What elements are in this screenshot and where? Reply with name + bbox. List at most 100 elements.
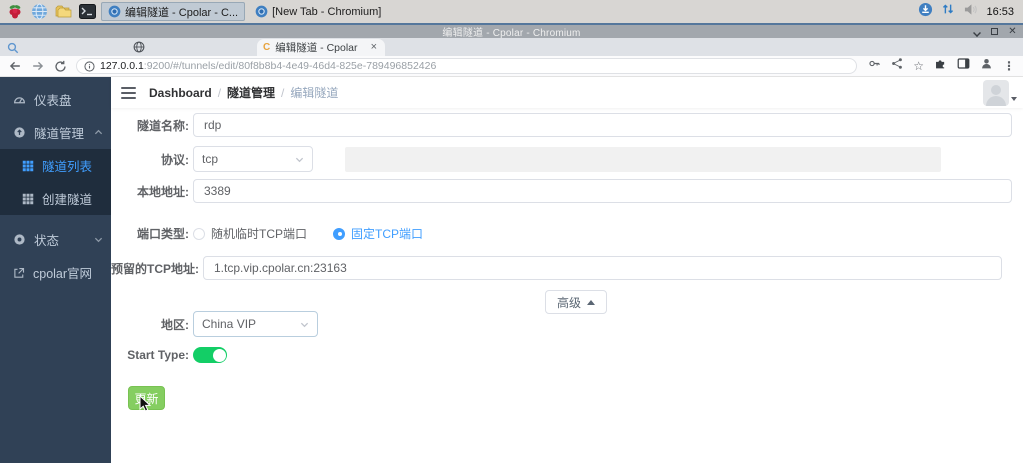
- chevron-down-icon: [94, 237, 103, 243]
- sidebar-item-tunnel-list[interactable]: 隧道列表: [0, 149, 111, 182]
- form-row-reserved-address: 预留的TCP地址:: [111, 256, 1023, 280]
- chevron-down-icon: [300, 322, 309, 327]
- user-avatar[interactable]: [983, 80, 1009, 106]
- taskbar-window-cpolar[interactable]: 编辑隧道 - Cpolar - C...: [101, 2, 246, 21]
- form-row-local-address: 本地地址:: [111, 179, 1023, 203]
- radio-fixed-tcp-port[interactable]: 固定TCP端口: [333, 225, 423, 242]
- chromium-icon: [108, 5, 121, 18]
- site-info-icon[interactable]: [84, 60, 95, 72]
- app-navbar: Dashboard / 隧道管理 / 编辑隧道: [111, 77, 1023, 108]
- region-label: 地区:: [161, 317, 189, 332]
- forward-icon[interactable]: [31, 59, 45, 73]
- web-browser-launcher-icon[interactable]: [29, 2, 49, 21]
- grid-icon: [22, 160, 34, 171]
- protocol-value: tcp: [202, 152, 219, 166]
- tab-strip: C 编辑隧道 - Cpolar ×: [0, 38, 1023, 56]
- breadcrumb-current: 编辑隧道: [290, 86, 339, 100]
- sidebar-label: 隧道列表: [42, 160, 93, 174]
- breadcrumb-separator: /: [217, 85, 222, 100]
- breadcrumb-tunnel-management[interactable]: 隧道管理: [227, 84, 275, 101]
- cpolar-favicon-icon: C: [263, 41, 271, 53]
- sidebar-label: 隧道管理: [34, 127, 85, 141]
- sidebar-item-cpolar-website[interactable]: cpolar官网: [0, 256, 111, 289]
- sidebar-item-status[interactable]: 状态: [0, 223, 111, 256]
- chromium-icon: [255, 5, 268, 18]
- url-text: 127.0.0.1:9200/#/tunnels/edit/80f8b8b4-4…: [100, 60, 436, 72]
- share-icon[interactable]: [891, 57, 903, 75]
- sidebar-item-tunnel-management[interactable]: 隧道管理: [0, 116, 111, 149]
- radio-circle-icon: [193, 227, 205, 240]
- taskbar-clock[interactable]: 16:53: [986, 6, 1014, 18]
- sidebar-toggle-icon[interactable]: [121, 86, 136, 99]
- region-select[interactable]: China VIP: [193, 311, 318, 337]
- raspberry-menu-icon[interactable]: [5, 2, 25, 21]
- password-key-icon[interactable]: [868, 57, 881, 75]
- tunnel-name-label: 隧道名称:: [137, 118, 189, 133]
- profile-icon[interactable]: [980, 57, 993, 75]
- maximize-icon[interactable]: [990, 27, 999, 36]
- protocol-label: 协议:: [161, 152, 189, 167]
- minimize-icon[interactable]: [972, 27, 981, 36]
- browser-menu-icon[interactable]: ⋮: [1003, 60, 1015, 72]
- form-row-region: 地区: China VIP: [111, 311, 1023, 337]
- side-panel-icon[interactable]: [957, 57, 970, 75]
- form-row-start-type: Start Type:: [111, 347, 1023, 363]
- sidebar-submenu: 隧道列表 创建隧道: [0, 149, 111, 215]
- url-host: 127.0.0.1: [100, 60, 144, 72]
- app-sidebar: 仪表盘 隧道管理 隧道列表 创建隧道 状态 cpolar官网: [0, 77, 111, 463]
- chevron-up-icon: [94, 129, 103, 135]
- tunnel-name-input[interactable]: [193, 113, 1012, 137]
- radio-label: 随机临时TCP端口: [211, 227, 308, 241]
- reload-icon[interactable]: [54, 60, 67, 73]
- external-link-icon: [14, 267, 25, 278]
- breadcrumb-separator: /: [281, 85, 285, 100]
- back-icon[interactable]: [8, 59, 22, 73]
- sidebar-label: cpolar官网: [33, 267, 93, 281]
- page-content: 仪表盘 隧道管理 隧道列表 创建隧道 状态 cpolar官网 Dashboard…: [0, 77, 1023, 463]
- main-panel: Dashboard / 隧道管理 / 编辑隧道 隧道名称: 协议:: [111, 77, 1023, 463]
- sidebar-item-create-tunnel[interactable]: 创建隧道: [0, 182, 111, 215]
- port-type-label: 端口类型:: [137, 227, 189, 241]
- address-bar[interactable]: 127.0.0.1:9200/#/tunnels/edit/80f8b8b4-4…: [76, 58, 858, 74]
- window-titlebar[interactable]: 编辑隧道 - Cpolar - Chromium ✕: [0, 23, 1023, 39]
- url-path: :9200/#/tunnels/edit/80f8b8b4-4e49-46d4-…: [143, 60, 437, 72]
- form-row-tunnel-name: 隧道名称:: [111, 113, 1023, 137]
- local-address-input[interactable]: [193, 179, 1012, 203]
- window-controls: ✕: [972, 25, 1017, 38]
- close-tab-icon[interactable]: ×: [369, 42, 379, 53]
- reserved-address-input[interactable]: [203, 256, 1002, 280]
- grid-icon: [22, 193, 34, 204]
- close-window-icon[interactable]: ✕: [1008, 27, 1017, 37]
- person-placeholder-icon: [986, 85, 1006, 106]
- updates-tray-icon[interactable]: [918, 2, 933, 22]
- taskbar-window-newtab[interactable]: [New Tab - Chromium]: [249, 2, 387, 21]
- background-tab[interactable]: [24, 38, 254, 56]
- local-address-label: 本地地址:: [137, 184, 189, 199]
- bookmark-star-icon[interactable]: ☆: [913, 60, 924, 72]
- sidebar-label: 仪表盘: [34, 94, 72, 108]
- tab-edit-tunnel[interactable]: C 编辑隧道 - Cpolar ×: [257, 39, 385, 56]
- extensions-puzzle-icon[interactable]: [934, 57, 947, 75]
- start-type-toggle[interactable]: [193, 347, 227, 363]
- browser-toolbar: 127.0.0.1:9200/#/tunnels/edit/80f8b8b4-4…: [0, 56, 1023, 77]
- file-manager-icon[interactable]: [53, 2, 73, 21]
- tunnel-icon: [14, 127, 25, 138]
- volume-icon[interactable]: [963, 3, 978, 21]
- sidebar-item-dashboard[interactable]: 仪表盘: [0, 83, 111, 116]
- taskbar-window-label: [New Tab - Chromium]: [272, 5, 382, 18]
- terminal-icon[interactable]: [77, 2, 97, 21]
- os-taskbar: 编辑隧道 - Cpolar - C... [New Tab - Chromium…: [0, 0, 1023, 23]
- region-value: China VIP: [202, 317, 257, 331]
- window-title: 编辑隧道 - Cpolar - Chromium: [442, 28, 581, 39]
- radio-random-tcp-port[interactable]: 随机临时TCP端口: [193, 225, 307, 242]
- status-icon: [14, 234, 25, 245]
- breadcrumb-dashboard[interactable]: Dashboard: [149, 86, 212, 100]
- tab-title: 编辑隧道 - Cpolar: [275, 42, 358, 54]
- network-traffic-icon[interactable]: [941, 2, 955, 21]
- avatar-caret-icon[interactable]: [1011, 97, 1017, 101]
- tab-search-icon[interactable]: [7, 41, 19, 59]
- port-type-radio-group: 随机临时TCP端口 固定TCP端口: [193, 225, 423, 242]
- screen: 编辑隧道 - Cpolar - C... [New Tab - Chromium…: [0, 0, 1023, 463]
- protocol-select[interactable]: tcp: [193, 146, 313, 172]
- taskbar-tray: 16:53: [918, 2, 1018, 22]
